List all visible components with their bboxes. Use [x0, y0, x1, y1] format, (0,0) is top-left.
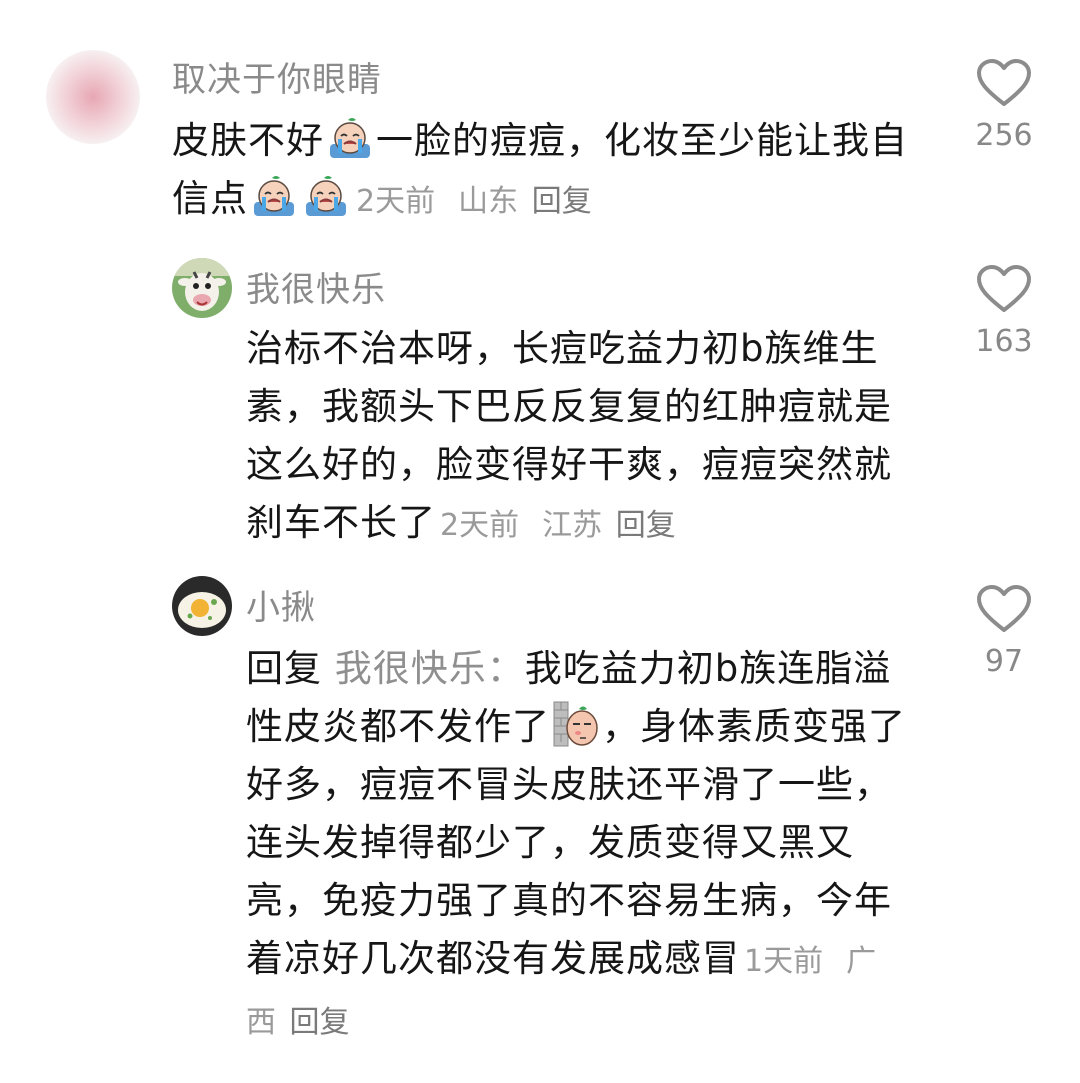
username[interactable]: 我很快乐 [246, 262, 386, 311]
like-button[interactable]: 163 [964, 264, 1044, 359]
username[interactable]: 取决于你眼睛 [172, 52, 382, 101]
avatar[interactable] [172, 576, 232, 636]
heart-outline-icon [977, 59, 1031, 106]
like-button[interactable]: 256 [964, 58, 1044, 153]
reply-button[interactable]: 回复 [290, 1005, 350, 1040]
like-count: 97 [984, 644, 1024, 679]
avatar[interactable] [46, 50, 140, 144]
comment-time: 1天前 [744, 944, 824, 979]
comment-text-part: 皮肤不好 [172, 119, 324, 162]
comment-text: 皮肤不好 一脸的痘痘，化妆至少能让我自信点 2天前 山东 回复 [172, 112, 912, 231]
comment-meta: 2天前 山东 回复 [352, 184, 592, 219]
comment-time: 2天前 [440, 508, 520, 543]
like-count: 256 [975, 118, 1033, 153]
reply-button[interactable]: 回复 [616, 508, 676, 543]
reply-to-user[interactable]: 我很快乐： [335, 647, 525, 690]
comment-time: 2天前 [356, 184, 436, 219]
peeking-wall-emoji-icon [552, 700, 600, 748]
crying-baby-emoji-icon [302, 172, 350, 220]
reply-prefix: 回复 [246, 647, 322, 690]
username[interactable]: 小揪 [246, 580, 316, 629]
comment-location: 山东 [458, 184, 519, 219]
like-button[interactable]: 97 [964, 584, 1044, 679]
heart-outline-icon [977, 265, 1031, 312]
comment-text: 治标不治本呀，长痘吃益力初b族维生素，我额头下巴反反复复的红肿痘就是这么好的，脸… [246, 320, 916, 555]
heart-outline-icon [977, 585, 1031, 632]
crying-baby-emoji-icon [250, 172, 298, 220]
reply-button[interactable]: 回复 [532, 184, 592, 219]
avatar[interactable] [172, 258, 232, 318]
like-count: 163 [975, 324, 1033, 359]
comment-text: 回复 我很快乐：我吃益力初b族连脂溢性皮炎都不发作了 ，身体素质变强了好多，痘痘不… [246, 640, 916, 1052]
comment-location: 江苏 [542, 508, 603, 543]
crying-baby-emoji-icon [326, 114, 374, 162]
comment-meta: 2天前 江苏 回复 [436, 508, 676, 543]
